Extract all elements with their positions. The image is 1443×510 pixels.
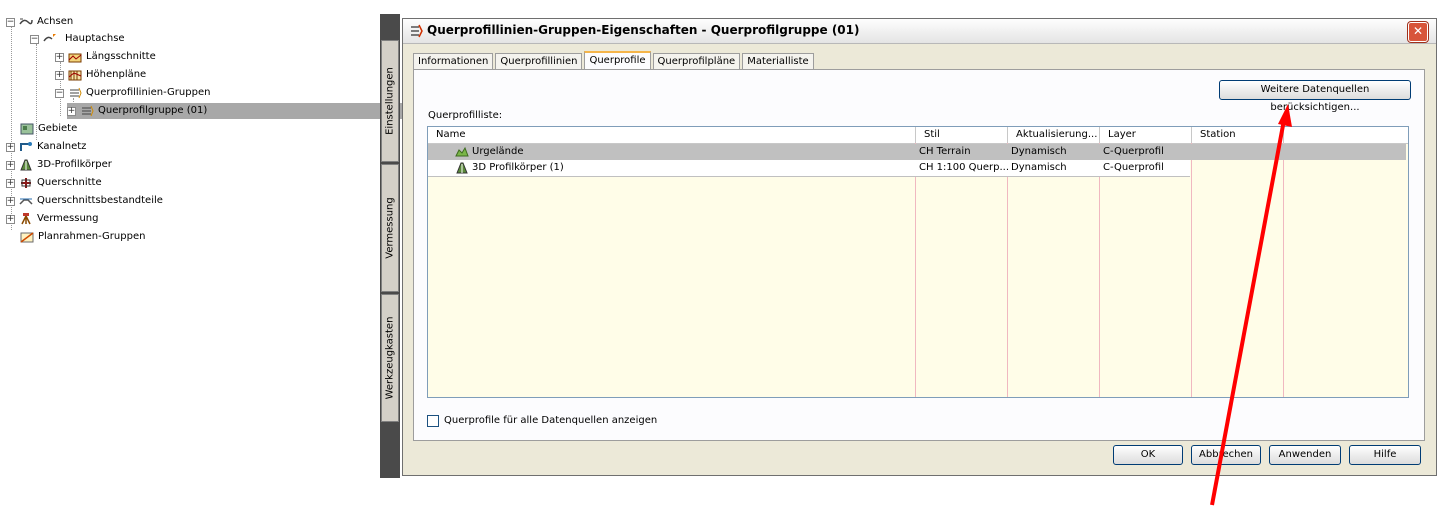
collapse-icon[interactable]: − (30, 34, 39, 44)
expand-icon[interactable]: + (6, 214, 15, 224)
alignment-icon (19, 18, 33, 25)
tree-item-laengsschnitte[interactable]: + Längsschnitte (55, 49, 156, 65)
row-name-cell: Urgelände (452, 144, 916, 160)
palette-tab-einstellungen[interactable]: Einstellungen (381, 40, 399, 162)
pipe-network-icon (20, 142, 32, 151)
table-row[interactable]: 3D Profilkörper (1) CH 1:100 Querp... Dy… (428, 160, 1190, 177)
tree-item-vermessung[interactable]: + Vermessung (6, 211, 99, 227)
tab-panel-querprofile: Weitere Datenquellen berücksichtigen... … (413, 69, 1425, 441)
tab-informationen[interactable]: Informationen (413, 53, 494, 70)
tree-item-hoehenplaene[interactable]: + Höhenpläne (55, 67, 146, 83)
show-all-sources-checkbox[interactable] (427, 415, 439, 427)
expand-icon[interactable]: + (6, 160, 15, 170)
expand-icon[interactable]: + (67, 106, 76, 116)
tab-querprofilplaene[interactable]: Querprofilpläne (652, 53, 741, 70)
column-divider (1191, 143, 1192, 397)
sample-line-group-icon (411, 24, 423, 38)
dialog-title: Querprofillinien-Gruppen-Eigenschaften -… (427, 23, 860, 37)
sample-line-group-icon (70, 87, 82, 99)
column-header-name[interactable]: Name (428, 127, 916, 143)
dialog-tabs: Informationen Querprofillinien Querprofi… (413, 51, 816, 71)
row-name: 3D Profilkörper (1) (472, 162, 564, 173)
tree-item-querschnittsbestandteile[interactable]: + Querschnittsbestandteile (6, 193, 163, 209)
column-header-station[interactable]: Station (1192, 127, 1284, 143)
view-frame-group-icon (20, 232, 34, 243)
survey-icon (21, 213, 31, 225)
row-layer: C-Querprofil (1103, 146, 1164, 157)
corridor-icon (456, 162, 468, 174)
collapse-icon[interactable]: − (6, 17, 15, 27)
section-list-grid: Name Stil Aktualisierung... Layer Statio… (427, 126, 1409, 398)
properties-dialog: Querprofillinien-Gruppen-Eigenschaften -… (402, 18, 1437, 476)
column-divider (1283, 143, 1284, 397)
tree-item-querschnitte[interactable]: + Querschnitte (6, 175, 102, 191)
row-aktualisierung: Dynamisch (1011, 146, 1067, 157)
ok-button[interactable]: OK (1113, 445, 1183, 465)
tree-item-3d-profilkoerper[interactable]: + 3D-Profilkörper (6, 157, 112, 173)
cancel-button[interactable]: Abbrechen (1191, 445, 1261, 465)
row-aktualisierung: Dynamisch (1011, 162, 1067, 173)
surface-icon (455, 146, 469, 157)
grid-header: Name Stil Aktualisierung... Layer Statio… (428, 127, 1408, 144)
dialog-titlebar[interactable]: Querprofillinien-Gruppen-Eigenschaften -… (403, 19, 1436, 44)
tree-item-planrahmen-gruppen[interactable]: Planrahmen-Gruppen (20, 229, 145, 245)
row-stil: CH 1:100 Querp... (919, 162, 1008, 173)
row-name: Urgelände (472, 146, 524, 157)
column-header-aktualisierung[interactable]: Aktualisierung... (1008, 127, 1100, 143)
column-divider (1007, 143, 1008, 397)
row-station (1192, 144, 1284, 160)
row-layer: C-Querprofil (1103, 162, 1164, 173)
column-header-stil[interactable]: Stil (916, 127, 1008, 143)
column-divider (1099, 143, 1100, 397)
sample-line-group-icon (82, 105, 94, 117)
expand-icon[interactable]: + (6, 178, 15, 188)
expand-icon[interactable]: + (55, 70, 64, 80)
close-icon: ✕ (1412, 24, 1424, 38)
tab-querprofillinien[interactable]: Querprofillinien (495, 53, 583, 70)
row-stil: CH Terrain (919, 146, 971, 157)
expand-icon[interactable]: + (6, 142, 15, 152)
apply-button[interactable]: Anwenden (1269, 445, 1341, 465)
subassembly-icon (19, 198, 33, 205)
tree-item-hauptachse[interactable]: − Hauptachse (30, 31, 125, 47)
assembly-icon (21, 178, 31, 188)
tab-querprofile[interactable]: Querprofile (584, 51, 651, 71)
profile-icon (68, 53, 82, 63)
tree-item-querprofillinien-gruppen[interactable]: − Querprofillinien-Gruppen (55, 85, 210, 101)
tab-materialliste[interactable]: Materialliste (742, 53, 814, 70)
column-divider (915, 143, 916, 397)
palette-tab-vermessung[interactable]: Vermessung (381, 164, 399, 292)
close-button[interactable]: ✕ (1408, 22, 1428, 42)
row-name-cell: 3D Profilkörper (1) (452, 160, 916, 176)
tree-item-achsen[interactable]: − Achsen (6, 14, 73, 30)
tree-item-gebiete[interactable]: Gebiete (20, 121, 77, 137)
tree-item-kanalnetz[interactable]: + Kanalnetz (6, 139, 86, 155)
palette-tab-werkzeugkasten[interactable]: Werkzeugkasten (381, 294, 399, 422)
collapse-icon[interactable]: − (55, 88, 64, 98)
site-icon (20, 123, 34, 135)
expand-icon[interactable]: + (6, 196, 15, 206)
list-label: Querprofilliste: (428, 110, 503, 121)
column-header-layer[interactable]: Layer (1100, 127, 1192, 143)
expand-icon[interactable]: + (55, 52, 64, 62)
alignment-icon (43, 34, 56, 42)
help-button[interactable]: Hilfe (1349, 445, 1421, 465)
show-all-sources-label: Querprofile für alle Datenquellen anzeig… (444, 415, 658, 426)
more-data-sources-button[interactable]: Weitere Datenquellen berücksichtigen... (1219, 80, 1411, 113)
corridor-icon (20, 159, 32, 171)
profile-view-icon (68, 70, 82, 81)
table-row[interactable]: Urgelände CH Terrain Dynamisch C-Querpro… (428, 144, 1406, 160)
